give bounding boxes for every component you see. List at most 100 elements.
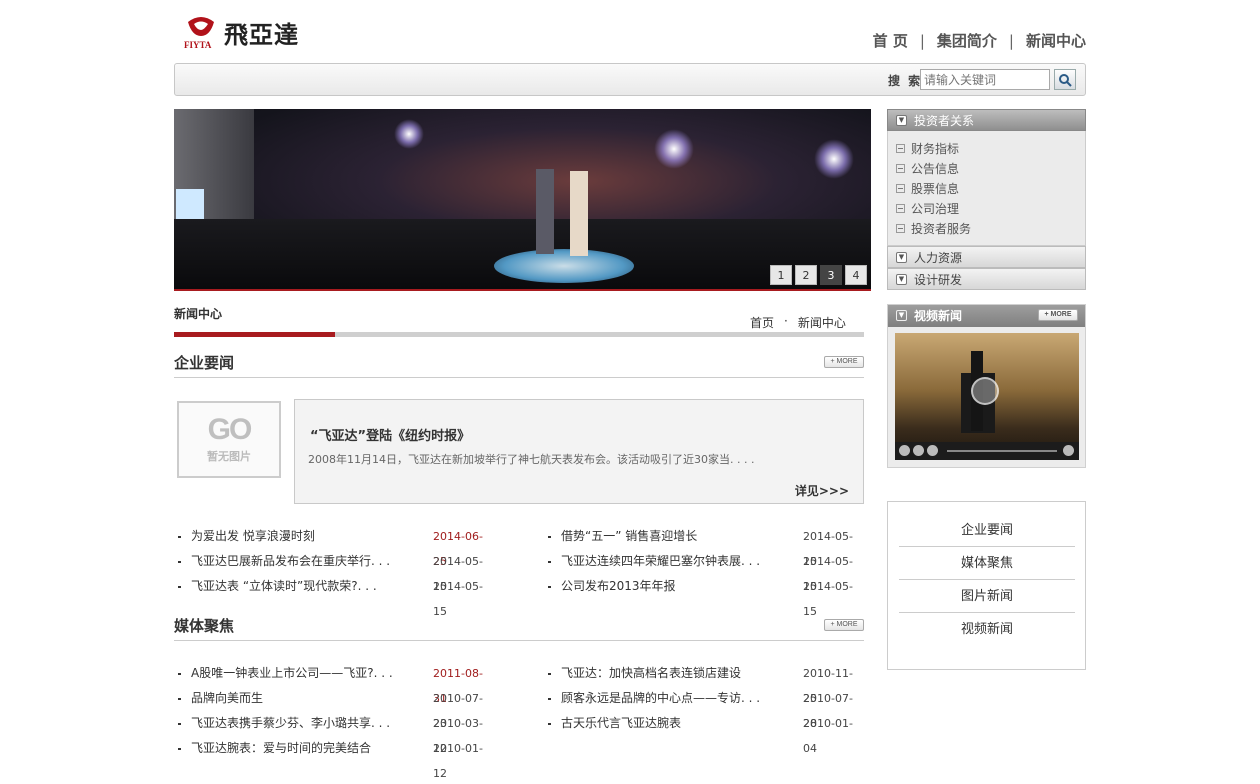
video-news-more-button[interactable]: + MORE [1038, 309, 1078, 321]
banner-page-4[interactable]: 4 [845, 265, 867, 285]
video-player[interactable] [895, 333, 1079, 460]
list-item[interactable]: 飞亚达：加快高档名表连锁店建设 2010-11-25 [544, 661, 864, 705]
enterprise-news-list-right: 借势“五一” 销售喜迎增长 2014-05-15 飞亚达连续四年荣耀巴塞尔钟表展.… [544, 524, 864, 618]
side-link-video-news[interactable]: 视频新闻 [899, 613, 1075, 646]
sidebar-item-investor-service[interactable]: 投资者服务 [888, 219, 1085, 239]
nav-about-group[interactable]: 集团简介 [937, 30, 997, 51]
side-link-enterprise-news[interactable]: 企业要闻 [899, 514, 1075, 547]
nav-news-center[interactable]: 新闻中心 [1026, 30, 1086, 51]
list-item[interactable]: 顾客永远是品牌的中心点——专访. . . 2010-07-28 [544, 686, 864, 730]
stop-button-icon[interactable] [927, 445, 938, 456]
news-title[interactable]: 品牌向美而生 [191, 686, 263, 711]
sidebar-item-announcements[interactable]: 公告信息 [888, 159, 1085, 179]
breadcrumb-separator: · [784, 314, 788, 328]
news-title[interactable]: 飞亚达巴展新品发布会在重庆举行. . . [191, 549, 390, 574]
banner-page-1[interactable]: 1 [770, 265, 792, 285]
search-bar: 搜 索 [174, 63, 1086, 96]
video-controls [895, 442, 1079, 460]
list-item[interactable]: A股唯一钟表业上市公司——飞亚?. . . 2011-08-31 [174, 661, 494, 705]
bullet-icon [548, 586, 551, 588]
pause-button-icon[interactable] [913, 445, 924, 456]
media-news-title: 媒体聚焦 [174, 617, 235, 635]
featured-news-more-link[interactable]: 详见>>> [795, 482, 849, 499]
side-link-media-focus[interactable]: 媒体聚焦 [899, 547, 1075, 580]
banner-page-2[interactable]: 2 [795, 265, 817, 285]
bullet-icon [178, 536, 181, 538]
bullet-icon [178, 748, 181, 750]
list-item[interactable]: 飞亚达腕表：爱与时间的完美结合 2010-01-12 [174, 736, 494, 780]
design-rd-title: 设计研发 [914, 273, 963, 287]
section-title: 新闻中心 [174, 307, 223, 321]
list-item[interactable]: 古天乐代言飞亚达腕表 2010-01-04 [544, 711, 864, 755]
video-news-header: ▼ 视频新闻 + MORE [888, 305, 1085, 327]
search-label: 搜 索 [888, 74, 923, 88]
news-title[interactable]: 飞亚达连续四年荣耀巴塞尔钟表展. . . [561, 549, 760, 574]
minus-box-icon [896, 224, 905, 233]
news-title[interactable]: 借势“五一” 销售喜迎增长 [561, 524, 697, 549]
news-title[interactable]: 公司发布2013年年报 [561, 574, 676, 599]
brand-sub-label: FIYTA [184, 40, 212, 50]
breadcrumb-current[interactable]: 新闻中心 [798, 314, 846, 331]
banner-stage [494, 249, 634, 283]
news-title[interactable]: 顾客永远是品牌的中心点——专访. . . [561, 686, 760, 711]
play-button-icon[interactable] [899, 445, 910, 456]
news-title[interactable]: 飞亚达表 “立体读时”现代款荣?. . . [191, 574, 377, 599]
minus-box-icon [896, 164, 905, 173]
search-input[interactable] [920, 69, 1050, 90]
news-category-links: 企业要闻 媒体聚焦 图片新闻 视频新闻 [887, 501, 1086, 670]
banner-slideshow[interactable]: 1 2 3 4 [174, 109, 871, 291]
volume-icon[interactable] [1063, 445, 1074, 456]
bullet-icon [178, 698, 181, 700]
featured-news-title[interactable]: “飞亚达”登陆《纽约时报》 [310, 425, 470, 444]
media-news-list-right: 飞亚达：加快高档名表连锁店建设 2010-11-25 顾客永远是品牌的中心点——专… [544, 661, 864, 755]
media-news-list-left: A股唯一钟表业上市公司——飞亚?. . . 2011-08-31 品牌向美而生 20… [174, 661, 494, 780]
video-progress-track[interactable] [947, 450, 1057, 452]
investor-relations-items: 财务指标 公告信息 股票信息 公司治理 投资者服务 [887, 131, 1086, 246]
list-item[interactable]: 为爱出发 悦享浪漫时刻 2014-06-25 [174, 524, 494, 568]
banner-person [570, 171, 588, 256]
sidebar-item-governance[interactable]: 公司治理 [888, 199, 1085, 219]
play-icon[interactable] [971, 377, 999, 405]
news-title[interactable]: 飞亚达：加快高档名表连锁店建设 [561, 661, 741, 686]
news-title[interactable]: 古天乐代言飞亚达腕表 [561, 711, 681, 736]
sidebar-item-stock-info[interactable]: 股票信息 [888, 179, 1085, 199]
banner-light [394, 119, 424, 149]
breadcrumb-home[interactable]: 首页 [750, 314, 774, 331]
list-item[interactable]: 公司发布2013年年报 2014-05-15 [544, 574, 864, 618]
investor-relations-panel: ▼ 投资者关系 财务指标 公告信息 股票信息 公司治理 投资者服务 ▼ 人力资源… [887, 109, 1086, 290]
brand-name: 飛亞達 [224, 19, 299, 49]
nav-home[interactable]: 首 页 [873, 30, 908, 51]
design-rd-header[interactable]: ▼ 设计研发 [887, 268, 1086, 290]
fiyta-logo[interactable]: FIYTA 飛亞達 [184, 12, 304, 52]
bullet-icon [178, 561, 181, 563]
search-icon [1059, 73, 1072, 87]
sidebar-item-financial-indicators[interactable]: 财务指标 [888, 139, 1085, 159]
minus-box-icon [896, 184, 905, 193]
list-item[interactable]: 借势“五一” 销售喜迎增长 2014-05-15 [544, 524, 864, 568]
bullet-icon [178, 673, 181, 675]
section-divider-accent [174, 332, 335, 337]
media-news-more-button[interactable]: + MORE [824, 619, 864, 631]
human-resources-header[interactable]: ▼ 人力资源 [887, 246, 1086, 268]
news-title[interactable]: 飞亚达腕表：爱与时间的完美结合 [191, 736, 371, 761]
no-image-placeholder: GO 暂无图片 [177, 401, 281, 478]
list-item[interactable]: 飞亚达巴展新品发布会在重庆举行. . . 2014-05-15 [174, 549, 494, 593]
bullet-icon [178, 723, 181, 725]
featured-news-card: “飞亚达”登陆《纽约时报》 2008年11月14日，飞亚达在新加坡举行了神七航天… [294, 399, 864, 504]
search-button[interactable] [1054, 69, 1076, 90]
list-item[interactable]: 品牌向美而生 2010-07-23 [174, 686, 494, 730]
bullet-icon [548, 723, 551, 725]
news-title[interactable]: 为爱出发 悦享浪漫时刻 [191, 524, 315, 549]
list-item[interactable]: 飞亚达表 “立体读时”现代款荣?. . . 2014-05-15 [174, 574, 494, 618]
investor-relations-header[interactable]: ▼ 投资者关系 [887, 109, 1086, 131]
news-title[interactable]: 飞亚达表携手蔡少芬、李小璐共享. . . [191, 711, 390, 736]
bullet-icon [548, 673, 551, 675]
list-item[interactable]: 飞亚达连续四年荣耀巴塞尔钟表展. . . 2014-05-15 [544, 549, 864, 593]
banner-page-3[interactable]: 3 [820, 265, 842, 285]
sidebar-item-label: 公告信息 [911, 162, 960, 176]
side-link-photo-news[interactable]: 图片新闻 [899, 580, 1075, 613]
news-title[interactable]: A股唯一钟表业上市公司——飞亚?. . . [191, 661, 393, 686]
enterprise-news-more-button[interactable]: + MORE [824, 356, 864, 368]
human-resources-title: 人力资源 [914, 251, 963, 265]
list-item[interactable]: 飞亚达表携手蔡少芬、李小璐共享. . . 2010-03-12 [174, 711, 494, 755]
